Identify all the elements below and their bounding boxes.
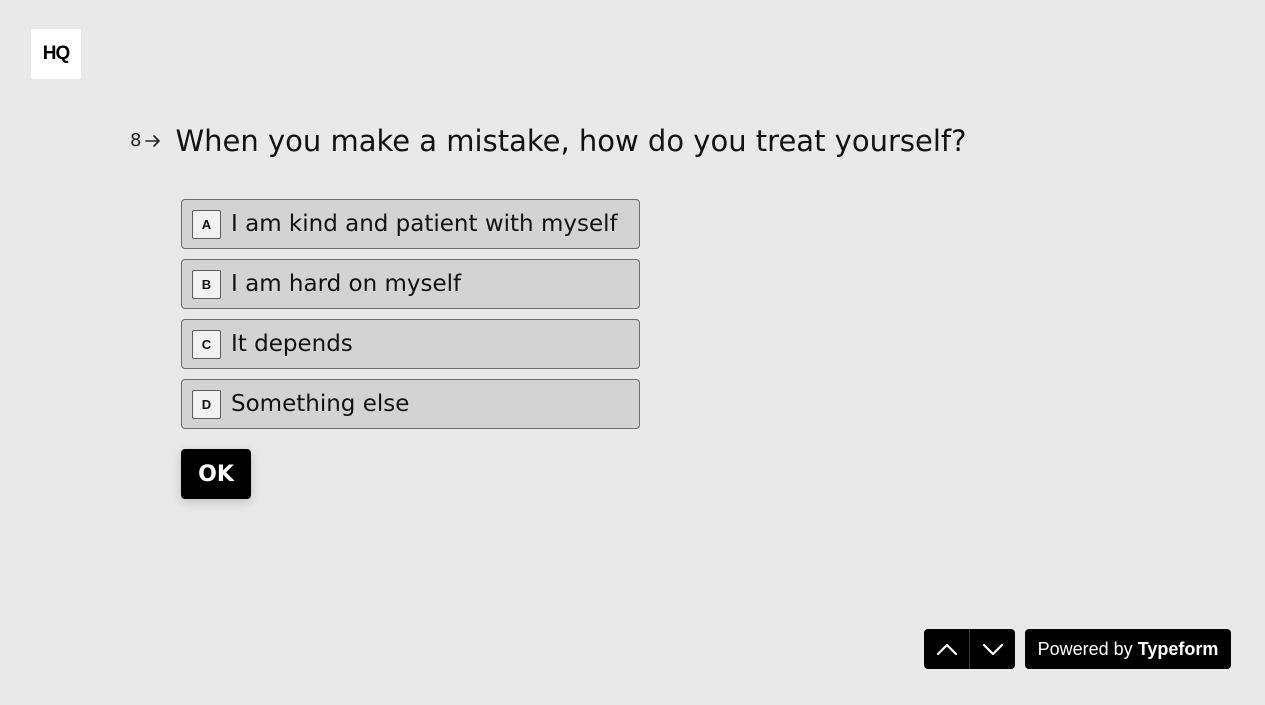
option-key: A [192,209,221,239]
option-label: Something else [231,391,410,417]
question-number: 8 [130,130,142,151]
option-label: I am kind and patient with myself [231,211,618,237]
option-key: B [192,269,221,299]
powered-by-prefix: Powered by [1037,638,1133,659]
answer-options: A I am kind and patient with myself B I … [181,199,640,439]
powered-by-brand: Typeform [1137,638,1219,659]
chevron-down-icon [982,643,1003,656]
option-c[interactable]: C It depends [181,319,640,369]
question-navigation [924,629,1015,669]
question-header: 8 When you make a mistake, how do you tr… [130,121,966,161]
arrow-right-icon [145,135,161,147]
question-text: When you make a mistake, how do you trea… [175,124,967,158]
ok-button[interactable]: OK [181,449,251,499]
option-a[interactable]: A I am kind and patient with myself [181,199,640,249]
option-key: D [192,389,221,419]
option-label: It depends [231,331,353,357]
option-label: I am hard on myself [231,271,462,297]
brand-logo-text: HQ [42,43,70,64]
option-b[interactable]: B I am hard on myself [181,259,640,309]
chevron-up-icon [936,643,957,656]
option-key: C [192,329,221,359]
option-d[interactable]: D Something else [181,379,640,429]
brand-logo: HQ [31,29,81,79]
previous-question-button[interactable] [924,629,969,669]
powered-by-typeform-link[interactable]: Powered by Typeform [1025,629,1231,669]
next-question-button[interactable] [970,629,1015,669]
question-number-wrap: 8 [130,121,162,161]
